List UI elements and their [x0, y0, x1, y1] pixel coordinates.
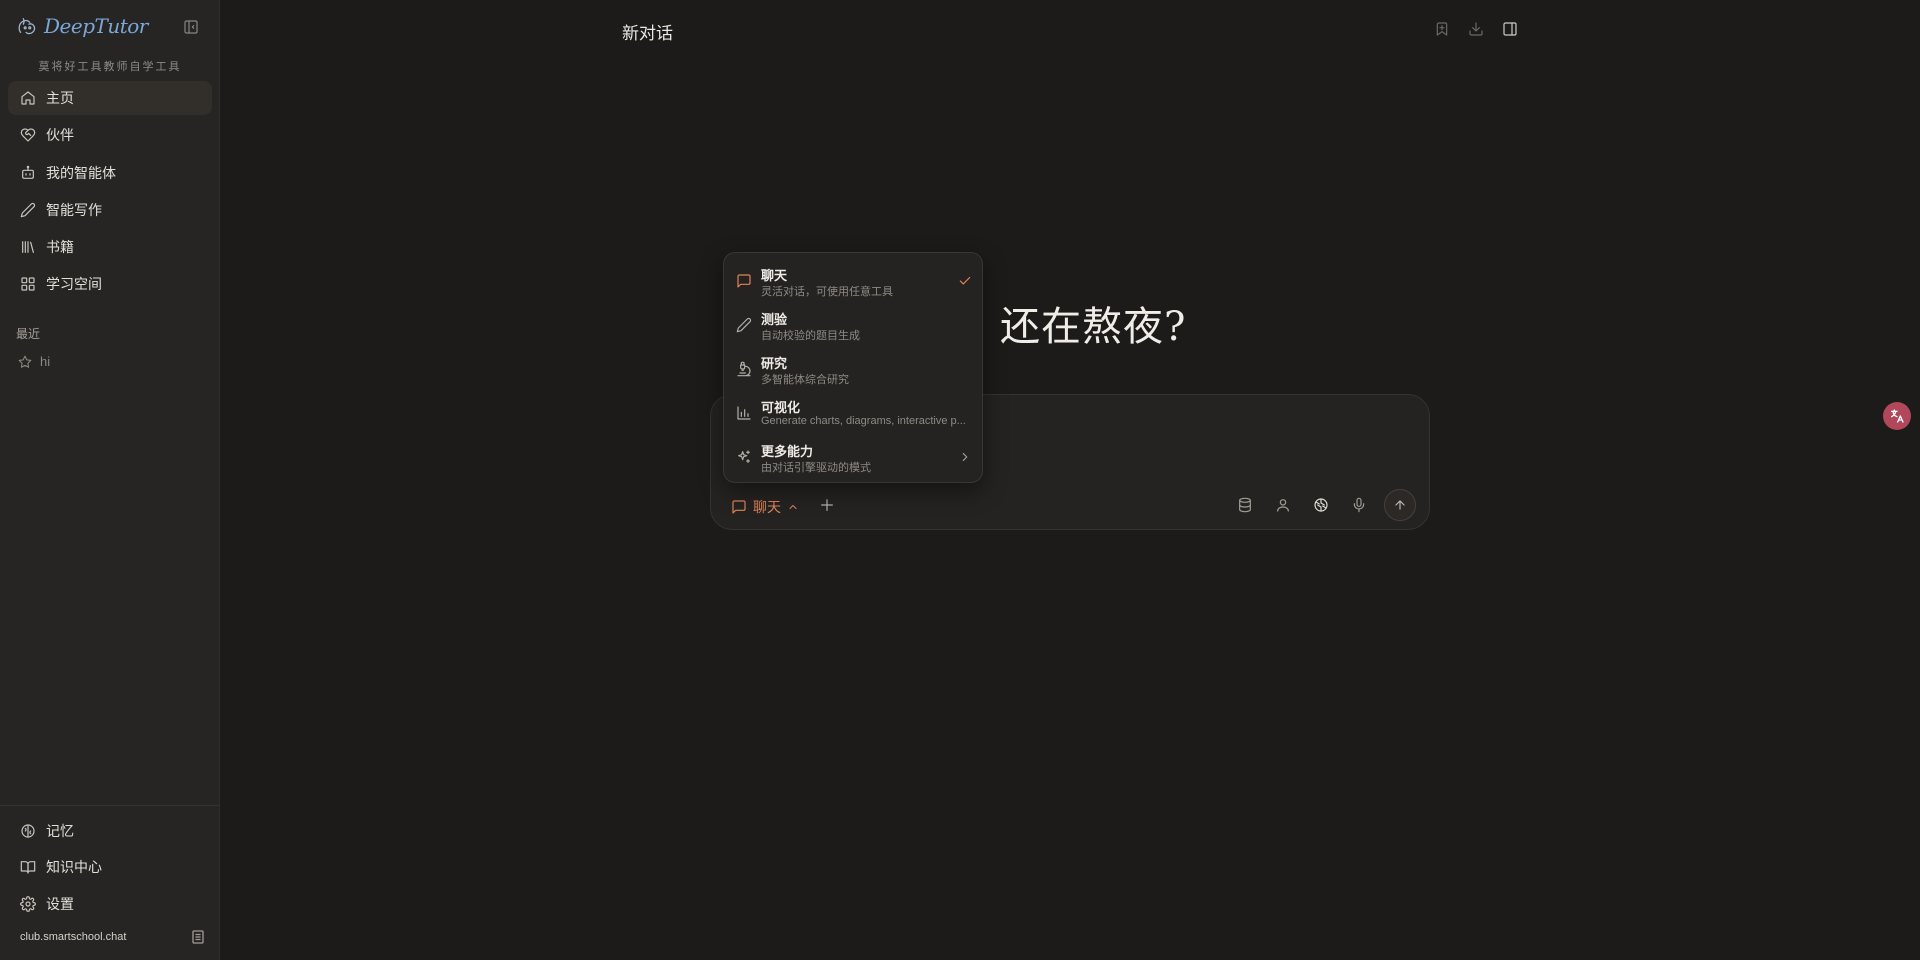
microphone-icon[interactable]: [1351, 497, 1367, 513]
user-icon[interactable]: [1275, 497, 1291, 513]
sidebar-item-knowledge-center[interactable]: 知识中心: [8, 850, 212, 884]
grid-icon: [20, 276, 36, 292]
translate-icon[interactable]: [1883, 402, 1911, 430]
logo-icon: [16, 15, 38, 37]
star-icon[interactable]: [18, 355, 32, 369]
mode-selector-label: 聊天: [753, 499, 781, 515]
database-icon[interactable]: [1237, 497, 1253, 513]
bookmark-icon[interactable]: [1434, 21, 1450, 37]
sidebar-item-my-agents[interactable]: 我的智能体: [8, 156, 212, 190]
mode-option-more[interactable]: 更多能力 由对话引擎驱动的模式: [724, 435, 982, 479]
message-icon: [731, 499, 747, 515]
mode-option-title: 聊天: [761, 268, 788, 283]
mode-option-research[interactable]: 研究 多智能体综合研究: [724, 347, 982, 391]
sidebar-item-label: 主页: [46, 90, 74, 106]
chevron-right-icon: [958, 450, 972, 464]
sidebar-item-smart-writing[interactable]: 智能写作: [8, 193, 212, 227]
sparkles-icon: [736, 449, 752, 465]
gear-icon: [20, 896, 36, 912]
book-open-icon: [20, 859, 36, 875]
page-title: 新对话: [622, 24, 673, 44]
send-button[interactable]: [1384, 489, 1416, 521]
sidebar-item-learning-space[interactable]: 学习空间: [8, 267, 212, 301]
mode-option-desc: 灵活对话，可使用任意工具: [761, 286, 893, 298]
mode-option-desc: 由对话引擎驱动的模式: [761, 462, 871, 474]
sidebar-item-books[interactable]: 书籍: [8, 230, 212, 264]
sidebar-item-label: 智能写作: [46, 202, 102, 218]
check-icon: [958, 274, 972, 288]
app-name: DeepTutor: [44, 14, 148, 38]
mode-option-visualize[interactable]: 可视化 Generate charts, diagrams, interacti…: [724, 391, 982, 435]
brain-icon: [20, 823, 36, 839]
document-icon[interactable]: [192, 930, 204, 944]
home-icon: [20, 90, 36, 106]
openai-model-icon[interactable]: [1313, 497, 1329, 513]
collapse-sidebar-icon[interactable]: [183, 19, 201, 37]
sidebar-item-label: 设置: [46, 896, 74, 912]
download-icon[interactable]: [1468, 21, 1484, 37]
chevron-up-icon: [787, 501, 799, 513]
sidebar-item-label: 学习空间: [46, 276, 102, 292]
mode-option-desc: 多智能体综合研究: [761, 374, 849, 386]
pencil-icon: [736, 317, 752, 333]
app-slogan: 莫将好工具教师自学工具: [38, 60, 182, 73]
microscope-icon: [736, 361, 752, 377]
sidebar: DeepTutor 莫将好工具教师自学工具 主页 伙伴 我的智能体 智能写作 书…: [0, 0, 220, 960]
sidebar-item-home[interactable]: 主页: [8, 81, 212, 115]
recent-conversation-item[interactable]: hi: [18, 354, 50, 369]
mode-option-desc: Generate charts, diagrams, interactive p…: [761, 415, 966, 427]
mode-option-title: 更多能力: [761, 444, 814, 459]
sidebar-divider: [0, 805, 220, 806]
heart-handshake-icon: [20, 127, 36, 143]
add-icon[interactable]: [819, 497, 835, 513]
panel-right-icon[interactable]: [1502, 21, 1518, 37]
sidebar-item-label: 我的智能体: [46, 165, 116, 181]
mode-option-title: 测验: [761, 312, 788, 327]
sidebar-item-partner[interactable]: 伙伴: [8, 118, 212, 152]
library-icon: [20, 239, 36, 255]
recent-section-label: 最近: [16, 327, 41, 341]
sidebar-item-memory[interactable]: 记忆: [8, 814, 212, 848]
bar-chart-icon: [736, 405, 752, 421]
sidebar-item-label: 知识中心: [46, 859, 102, 875]
app-logo[interactable]: DeepTutor: [16, 14, 148, 38]
greeting-heading: 还在熬夜?: [1000, 304, 1187, 350]
mode-selector-button[interactable]: 聊天: [731, 497, 799, 517]
recent-conversation-label: hi: [40, 354, 51, 369]
mode-option-quiz[interactable]: 测验 自动校验的题目生成: [724, 303, 982, 347]
sidebar-item-settings[interactable]: 设置: [8, 887, 212, 921]
sidebar-item-label: 记忆: [46, 823, 74, 839]
mode-option-title: 研究: [761, 356, 788, 371]
sidebar-item-label: 书籍: [46, 239, 74, 255]
message-icon: [736, 273, 752, 289]
pencil-icon: [20, 202, 36, 218]
mode-option-desc: 自动校验的题目生成: [761, 330, 860, 342]
footer-domain: club.smartschool.chat: [20, 931, 127, 943]
mode-option-chat[interactable]: 聊天 灵活对话，可使用任意工具: [724, 259, 982, 303]
mode-menu: 聊天 灵活对话，可使用任意工具 测验 自动校验的题目生成 研究 多智能体综合研究…: [723, 252, 983, 483]
bot-icon: [20, 165, 36, 181]
mode-option-title: 可视化: [761, 400, 801, 415]
sidebar-item-label: 伙伴: [46, 127, 74, 143]
arrow-up-icon: [1393, 498, 1407, 512]
